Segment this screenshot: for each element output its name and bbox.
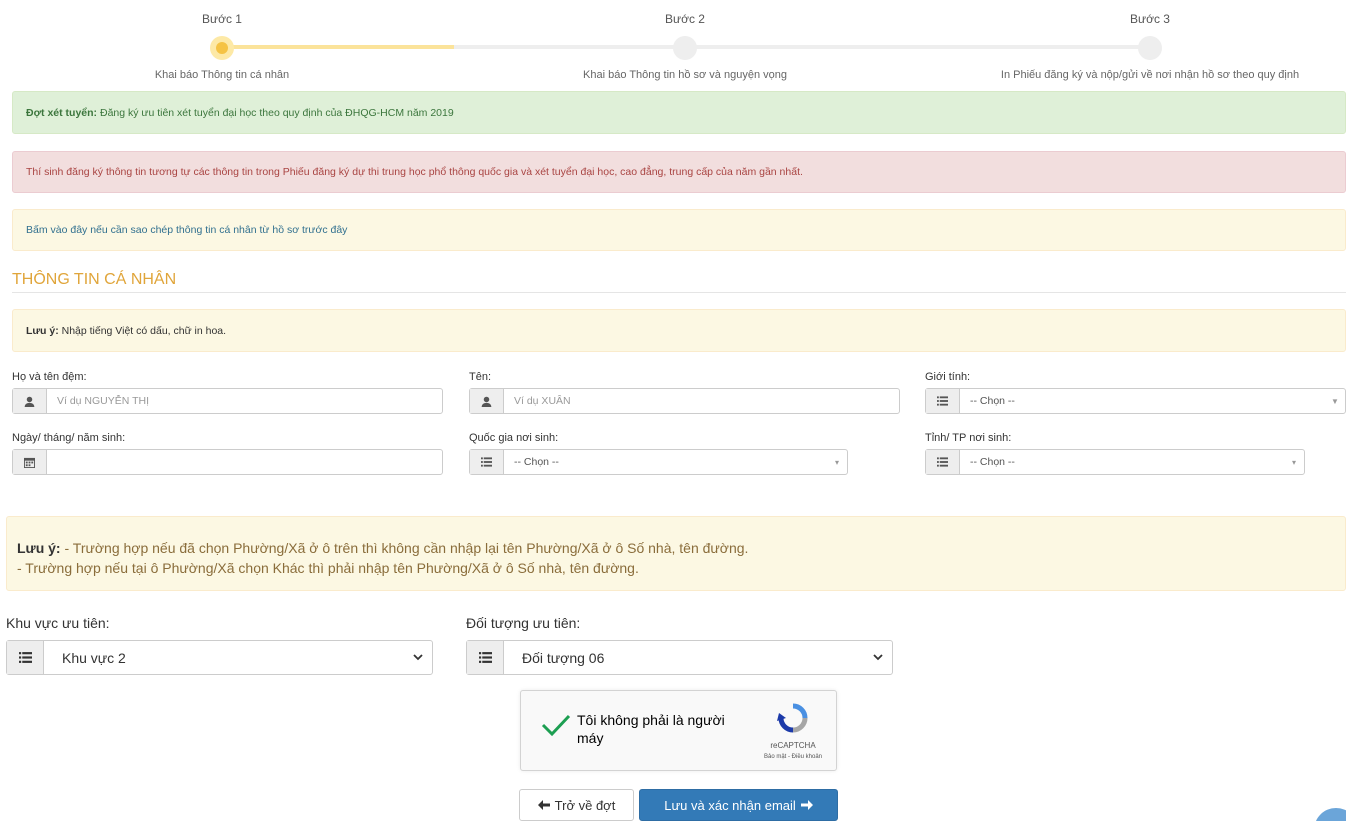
tinh-select[interactable]: -- Chọn -- ▾ xyxy=(925,449,1305,475)
copy-info-link[interactable]: Bấm vào đây nếu cần sao chép thông tin c… xyxy=(26,224,347,236)
chevron-down-icon[interactable]: ▾ xyxy=(1284,450,1304,474)
recaptcha-terms[interactable]: Bảo mật - Điều khoản xyxy=(745,754,841,760)
list-icon xyxy=(926,389,960,413)
instruction-alert: Thí sinh đăng ký thông tin tương tự các … xyxy=(12,151,1346,193)
step-1-desc: Khai báo Thông tin cá nhân xyxy=(154,69,290,81)
copy-info-alert[interactable]: Bấm vào đây nếu cần sao chép thông tin c… xyxy=(12,209,1346,251)
step-2-title: Bước 2 xyxy=(665,12,705,26)
address-note-label: Lưu ý: xyxy=(17,540,61,556)
round-label: Đợt xét tuyển: xyxy=(26,106,98,119)
round-text: Đăng ký ưu tiên xét tuyển đại học theo q… xyxy=(97,106,454,119)
ho-label: Họ và tên đệm: xyxy=(12,371,87,383)
step-1-dot xyxy=(210,36,234,60)
note-alert: Lưu ý: Nhập tiếng Việt có dấu, chữ in ho… xyxy=(12,309,1346,352)
instruction-text: Thí sinh đăng ký thông tin tương tự các … xyxy=(26,166,803,178)
tinh-label: Tỉnh/ TP nơi sinh: xyxy=(925,432,1012,444)
ho-input[interactable]: Ví dụ NGUYỄN THỊ xyxy=(47,389,442,413)
chevron-down-icon[interactable] xyxy=(864,641,892,674)
step-3-title: Bước 3 xyxy=(1130,12,1170,26)
address-note-alert: Lưu ý: - Trường hợp nếu đã chọn Phường/X… xyxy=(6,516,1346,591)
quocgia-label: Quốc gia nơi sinh: xyxy=(469,432,559,444)
area-select[interactable]: Khu vực 2 xyxy=(6,640,433,675)
user-icon xyxy=(470,389,504,413)
area-label: Khu vực ưu tiên: xyxy=(6,615,110,631)
chevron-down-icon[interactable]: ▾ xyxy=(827,450,847,474)
address-note-line2: - Trường hợp nếu tại ô Phường/Xã chọn Kh… xyxy=(17,560,639,576)
progress-steps: Bước 1 Khai báo Thông tin cá nhân Bước 2… xyxy=(0,0,1346,90)
save-confirm-button[interactable]: Lưu và xác nhận email xyxy=(639,789,838,821)
subject-select[interactable]: Đối tượng 06 xyxy=(466,640,893,675)
area-value[interactable]: Khu vực 2 xyxy=(44,641,404,674)
ten-input[interactable]: Ví dụ XUÂN xyxy=(504,389,899,413)
ho-field[interactable]: Ví dụ NGUYỄN THỊ xyxy=(12,388,443,414)
chevron-down-icon[interactable]: ▼ xyxy=(1325,389,1345,413)
gioitinh-label: Giới tính: xyxy=(925,371,971,383)
quocgia-value[interactable]: -- Chọn -- xyxy=(504,450,827,474)
back-button-label: Trở về đợt xyxy=(554,797,616,813)
list-icon xyxy=(467,641,504,674)
ngaysinh-field[interactable] xyxy=(12,449,443,475)
recaptcha-logo-icon xyxy=(776,703,810,733)
section-divider xyxy=(12,292,1346,293)
step-3-dot xyxy=(1138,36,1162,60)
step-track-progress xyxy=(222,45,454,49)
ten-field[interactable]: Ví dụ XUÂN xyxy=(469,388,900,414)
ngaysinh-label: Ngày/ tháng/ năm sinh: xyxy=(12,432,126,444)
section-title: THÔNG TIN CÁ NHÂN xyxy=(12,271,177,288)
arrow-left-icon xyxy=(537,798,550,813)
ngaysinh-input[interactable] xyxy=(47,450,442,474)
arrow-right-icon xyxy=(800,798,813,813)
list-icon xyxy=(470,450,504,474)
recaptcha-brand: reCAPTCHA xyxy=(770,741,816,750)
list-icon xyxy=(7,641,44,674)
quocgia-select[interactable]: -- Chọn -- ▾ xyxy=(469,449,848,475)
subject-value[interactable]: Đối tượng 06 xyxy=(504,641,864,674)
step-2-dot xyxy=(673,36,697,60)
checkmark-icon[interactable] xyxy=(541,713,571,743)
gioitinh-value[interactable]: -- Chọn -- xyxy=(960,389,1325,413)
round-alert: Đợt xét tuyển: Đăng ký ưu tiên xét tuyển… xyxy=(12,91,1346,134)
address-note-line1: - Trường hợp nếu đã chọn Phường/Xã ở ô t… xyxy=(60,540,749,556)
note-label: Lưu ý: xyxy=(26,324,59,337)
tinh-value[interactable]: -- Chọn -- xyxy=(960,450,1284,474)
gioitinh-select[interactable]: -- Chọn -- ▼ xyxy=(925,388,1346,414)
save-button-label: Lưu và xác nhận email xyxy=(664,797,796,813)
user-icon xyxy=(13,389,47,413)
recaptcha-text: Tôi không phải là người máy xyxy=(577,712,725,746)
list-icon xyxy=(926,450,960,474)
calendar-icon xyxy=(13,450,47,474)
note-text: Nhập tiếng Việt có dấu, chữ in hoa. xyxy=(58,324,227,337)
chat-bubble-icon[interactable] xyxy=(1314,808,1346,821)
back-button[interactable]: Trở về đợt xyxy=(519,789,634,821)
recaptcha-widget[interactable]: Tôi không phải là người máy reCAPTCHA Bả… xyxy=(520,690,837,771)
ten-label: Tên: xyxy=(469,371,492,383)
step-2-desc: Khai báo Thông tin hồ sơ và nguyện vọng xyxy=(583,69,787,81)
chevron-down-icon[interactable] xyxy=(404,641,432,674)
subject-label: Đối tượng ưu tiên: xyxy=(466,615,581,631)
step-3-desc: In Phiếu đăng ký và nộp/gửi về nơi nhận … xyxy=(1000,69,1300,81)
step-1-title: Bước 1 xyxy=(202,12,242,26)
